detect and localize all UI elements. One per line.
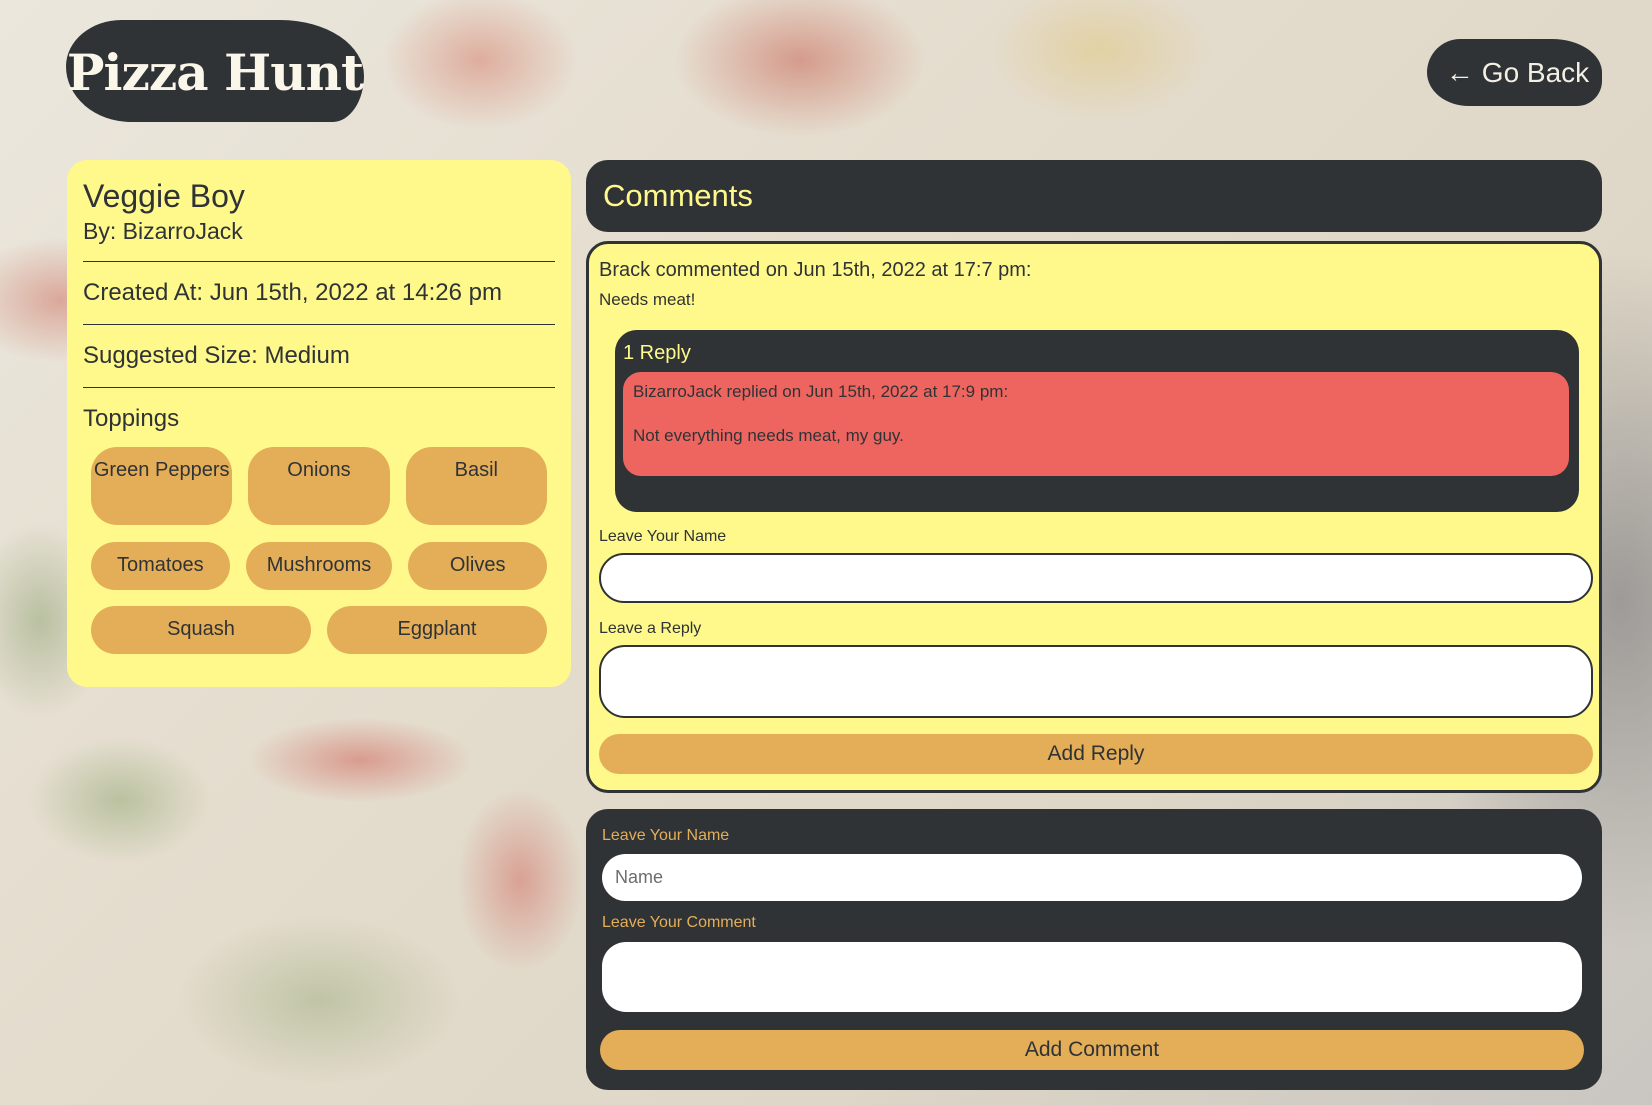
topping-pill: Squash — [91, 606, 311, 654]
pizza-created-at: Created At: Jun 15th, 2022 at 14:26 pm — [83, 279, 502, 306]
comment-name-label: Leave Your Name — [602, 827, 730, 844]
site-logo[interactable]: Pizza Hunt — [66, 20, 364, 122]
go-back-label: Go Back — [1481, 56, 1590, 88]
topping-pill: Olives — [408, 542, 547, 590]
comments-header: Comments — [586, 160, 1602, 232]
pizza-suggested-size: Suggested Size: Medium — [83, 342, 350, 369]
toppings-heading: Toppings — [83, 405, 180, 432]
topping-pill: Onions — [248, 447, 390, 525]
comment-meta: Brack commented on Jun 15th, 2022 at 17:… — [599, 259, 1032, 281]
reply-card: BizarroJack replied on Jun 15th, 2022 at… — [623, 372, 1569, 476]
comment-text: Needs meat! — [599, 290, 696, 309]
reply-meta: BizarroJack replied on Jun 15th, 2022 at… — [633, 382, 1009, 401]
new-comment-form: Leave Your Name Leave Your Comment Add C… — [586, 809, 1602, 1090]
topping-pill: Mushrooms — [245, 542, 393, 590]
topping-pill: Tomatoes — [91, 542, 230, 590]
comment-body-label: Leave Your Comment — [602, 914, 756, 931]
pizza-author: By: BizarroJack — [83, 218, 243, 244]
replies-count: 1 Reply — [623, 342, 691, 364]
toppings-row: Squash Eggplant — [83, 606, 555, 654]
reply-textarea[interactable] — [599, 645, 1593, 718]
replies-container: 1 Reply BizarroJack replied on Jun 15th,… — [615, 330, 1579, 512]
reply-name-input[interactable] — [599, 553, 1593, 603]
arrow-left-icon: ← — [1445, 56, 1474, 88]
toppings-row: Tomatoes Mushrooms Olives — [83, 542, 555, 590]
topping-pill: Green Peppers — [91, 447, 233, 525]
reply-name-label: Leave Your Name — [599, 528, 727, 545]
topping-pill: Basil — [405, 447, 547, 525]
toppings-row: Green Peppers Onions Basil — [83, 447, 555, 525]
add-reply-button[interactable]: Add Reply — [599, 734, 1593, 774]
comment-card: Brack commented on Jun 15th, 2022 at 17:… — [586, 241, 1602, 793]
divider — [83, 387, 555, 388]
comments-title: Comments — [603, 178, 753, 213]
reply-text-label: Leave a Reply — [599, 620, 702, 637]
pizza-name: Veggie Boy — [83, 178, 245, 214]
logo-text: Pizza Hunt — [66, 42, 364, 102]
pizza-details-card: Veggie Boy By: BizarroJack Created At: J… — [67, 160, 571, 687]
add-comment-button[interactable]: Add Comment — [600, 1030, 1584, 1070]
comment-name-input[interactable] — [602, 854, 1582, 901]
topping-pill: Eggplant — [327, 606, 547, 654]
comment-textarea[interactable] — [602, 942, 1582, 1012]
go-back-button[interactable]: ← Go Back — [1427, 39, 1602, 106]
reply-text: Not everything needs meat, my guy. — [633, 426, 904, 445]
